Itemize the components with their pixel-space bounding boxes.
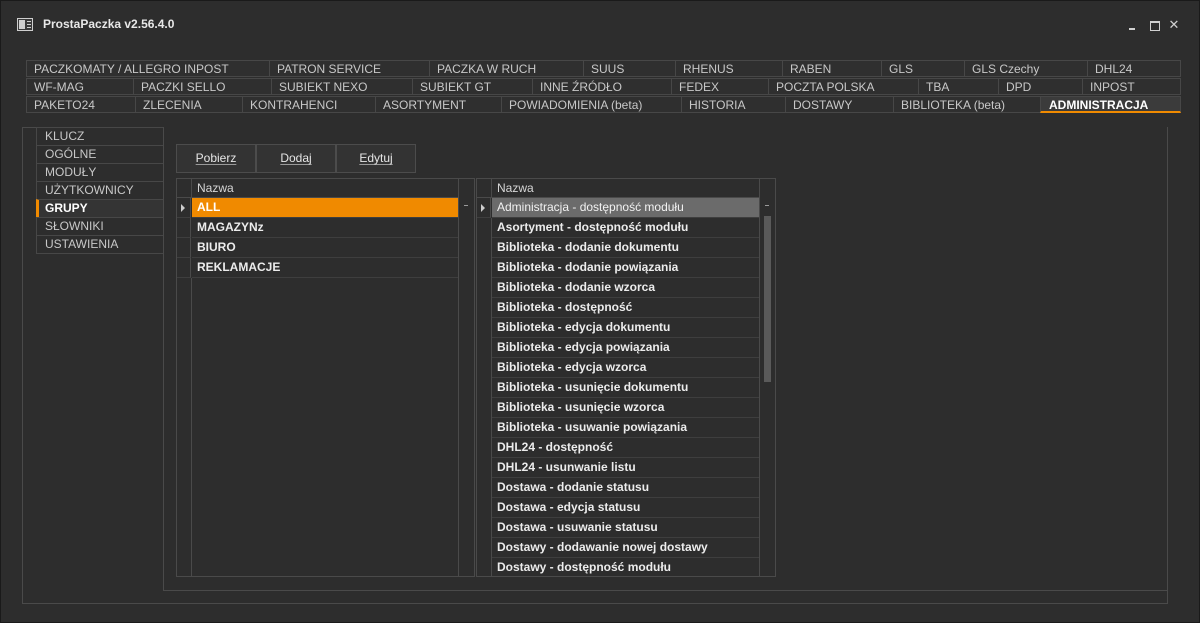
groups-grid-row[interactable]: ALL [192, 198, 458, 218]
permissions-grid-row[interactable]: Dostawa - usuwanie statusu [492, 518, 759, 538]
row-indicator-column [477, 218, 492, 576]
tab-biblioteka-beta[interactable]: BIBLIOTEKA (beta) [893, 96, 1040, 113]
tab-suus[interactable]: SUUS [583, 60, 675, 77]
groups-grid-scrollbar[interactable] [458, 179, 474, 576]
groups-grid: Nazwa ALL MAGAZYNz BIURO REKLAMACJE [176, 178, 475, 577]
scrollbar-thumb[interactable] [764, 216, 771, 382]
groups-grid-row[interactable]: REKLAMACJE [192, 258, 458, 278]
tab-subiekt-nexo[interactable]: SUBIEKT NEXO [271, 78, 412, 95]
sidenav-item-moduly[interactable]: MODUŁY [36, 163, 163, 181]
tab-fedex[interactable]: FEDEX [671, 78, 768, 95]
tab-paczki-sello[interactable]: PACZKI SELLO [133, 78, 271, 95]
permissions-grid-row[interactable]: Dostawy - dodawanie nowej dostawy [492, 538, 759, 558]
groups-grid-row[interactable]: MAGAZYNz [192, 218, 458, 238]
groups-grid-corner [177, 179, 192, 198]
tab-patron-service[interactable]: PATRON SERVICE [269, 60, 429, 77]
minimize-icon[interactable] [1126, 19, 1138, 31]
current-row-arrow-icon [481, 204, 485, 212]
permissions-grid-row[interactable]: Biblioteka - usunięcie wzorca [492, 398, 759, 418]
permissions-grid-row[interactable]: Biblioteka - dodanie powiązania [492, 258, 759, 278]
permissions-grid-row[interactable]: Biblioteka - dodanie dokumentu [492, 238, 759, 258]
tab-gls[interactable]: GLS [881, 60, 964, 77]
row-indicator[interactable] [477, 198, 491, 218]
permissions-grid-row[interactable]: Asortyment - dostępność modułu [492, 218, 759, 238]
sidenav-item-uzytkownicy[interactable]: UŻYTKOWNICY [36, 181, 163, 199]
tab-inne-zrodlo[interactable]: INNE ŹRÓDŁO [532, 78, 671, 95]
scroll-up-icon[interactable] [464, 205, 468, 206]
scroll-up-icon[interactable] [765, 205, 769, 206]
sidenav-item-klucz[interactable]: KLUCZ [36, 127, 163, 145]
permissions-grid-row[interactable]: Biblioteka - edycja powiązania [492, 338, 759, 358]
permissions-grid-corner [477, 179, 492, 198]
tab-tba[interactable]: TBA [918, 78, 998, 95]
permissions-grid-row[interactable]: Biblioteka - edycja dokumentu [492, 318, 759, 338]
tab-raben[interactable]: RABEN [782, 60, 881, 77]
tab-powiadomienia-beta[interactable]: POWIADOMIENIA (beta) [501, 96, 681, 113]
permissions-grid-row[interactable]: DHL24 - dostępność [492, 438, 759, 458]
tab-poczta-polska[interactable]: POCZTA POLSKA [768, 78, 918, 95]
maximize-icon[interactable] [1148, 19, 1160, 31]
tab-kontrahenci[interactable]: KONTRAHENCI [242, 96, 375, 113]
title-bar[interactable]: ProstaPaczka v2.56.4.0 ✕ [1, 1, 1200, 47]
groups-grid-row[interactable]: BIURO [192, 238, 458, 258]
row-indicator-column [177, 278, 192, 576]
permissions-grid-row[interactable]: Dostawa - dodanie statusu [492, 478, 759, 498]
tab-wf-mag[interactable]: WF-MAG [26, 78, 133, 95]
app-window: ProstaPaczka v2.56.4.0 ✕ PACZKOMATY / AL… [0, 0, 1200, 623]
tab-administracja[interactable]: ADMINISTRACJA [1040, 96, 1181, 113]
sidenav-item-slowniki[interactable]: SŁOWNIKI [36, 217, 163, 235]
permissions-grid-row[interactable]: Biblioteka - usuwanie powiązania [492, 418, 759, 438]
fetch-button[interactable]: Pobierz [176, 144, 256, 173]
add-button[interactable]: Dodaj [256, 144, 336, 173]
app-window-icon [17, 18, 33, 31]
tab-subiekt-gt[interactable]: SUBIEKT GT [412, 78, 532, 95]
row-indicator[interactable] [177, 218, 191, 238]
sidenav-item-ustawienia[interactable]: USTAWIENIA [36, 235, 163, 254]
current-row-arrow-icon [181, 204, 185, 212]
row-indicator[interactable] [177, 238, 191, 258]
close-icon[interactable]: ✕ [1168, 18, 1180, 31]
tab-paczka-w-ruch[interactable]: PACZKA W RUCH [429, 60, 583, 77]
tab-dostawy[interactable]: DOSTAWY [785, 96, 893, 113]
permissions-grid-row[interactable]: Biblioteka - dostępność [492, 298, 759, 318]
window-title: ProstaPaczka v2.56.4.0 [43, 17, 175, 31]
tab-inpost[interactable]: INPOST [1082, 78, 1181, 95]
permissions-grid-scrollbar[interactable] [759, 179, 775, 576]
permissions-grid-row[interactable]: Dostawy - dostępność modułu [492, 558, 759, 576]
tab-gls-czechy[interactable]: GLS Czechy [964, 60, 1087, 77]
permissions-grid-header[interactable]: Nazwa [492, 179, 759, 198]
permissions-grid-row[interactable]: Biblioteka - usunięcie dokumentu [492, 378, 759, 398]
permissions-grid-row[interactable]: Dostawa - edycja statusu [492, 498, 759, 518]
row-indicator[interactable] [177, 258, 191, 278]
permissions-grid-row[interactable]: Biblioteka - dodanie wzorca [492, 278, 759, 298]
tab-paczkomaty-allegro-inpost[interactable]: PACZKOMATY / ALLEGRO INPOST [26, 60, 269, 77]
groups-grid-header[interactable]: Nazwa [192, 179, 458, 198]
tab-historia[interactable]: HISTORIA [681, 96, 785, 113]
permissions-grid-row[interactable]: DHL24 - usunwanie listu [492, 458, 759, 478]
tab-paketo24[interactable]: PAKETO24 [26, 96, 135, 113]
tab-rhenus[interactable]: RHENUS [675, 60, 782, 77]
tab-dpd[interactable]: DPD [998, 78, 1082, 95]
sidenav-item-grupy-uprawnien[interactable]: GRUPY UPRAWNIEŃ [36, 199, 163, 232]
tab-dhl24[interactable]: DHL24 [1087, 60, 1181, 77]
permissions-grid: Nazwa Administracja - dostępność modułu … [476, 178, 776, 577]
permissions-grid-row[interactable]: Administracja - dostępność modułu [492, 198, 759, 218]
tab-asortyment[interactable]: ASORTYMENT [375, 96, 501, 113]
row-indicator[interactable] [177, 198, 191, 218]
permissions-grid-row[interactable]: Biblioteka - edycja wzorca [492, 358, 759, 378]
tab-zlecenia[interactable]: ZLECENIA [135, 96, 242, 113]
edit-button[interactable]: Edytuj [336, 144, 416, 173]
sidenav-item-ogolne[interactable]: OGÓLNE [36, 145, 163, 163]
